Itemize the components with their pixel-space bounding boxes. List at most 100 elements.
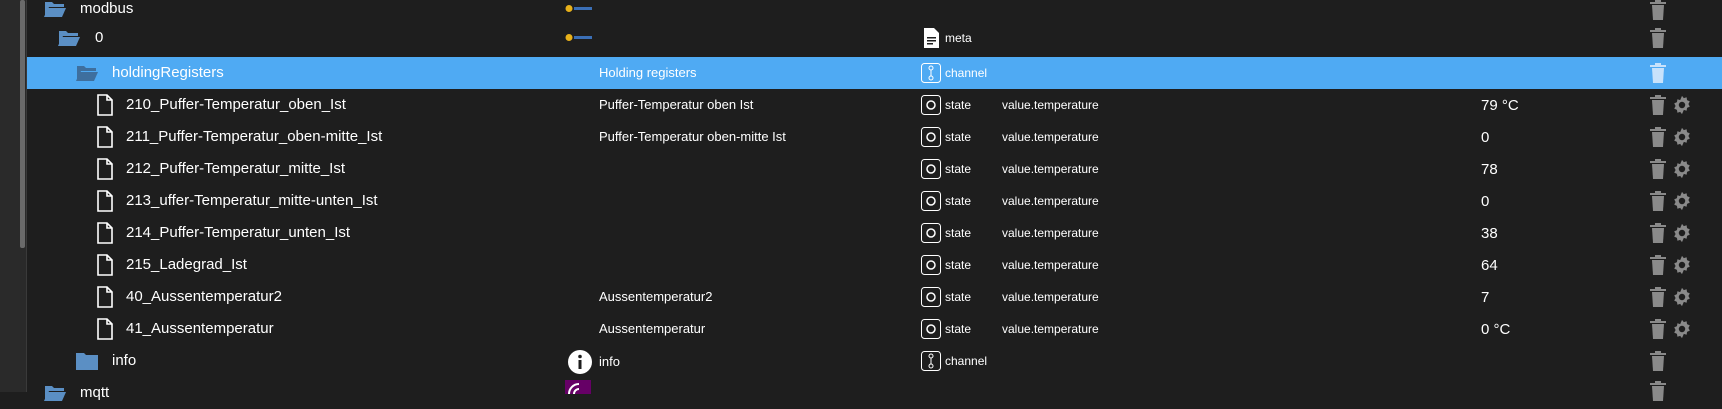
gear-icon[interactable] <box>1671 190 1693 212</box>
row-name: mqtt <box>80 384 110 401</box>
delete-icon[interactable] <box>1649 95 1667 115</box>
document-icon <box>924 28 939 48</box>
file-icon[interactable] <box>93 318 117 340</box>
row-description: Puffer-Temperatur oben Ist <box>599 97 754 112</box>
file-icon[interactable] <box>93 286 117 308</box>
row-role: value.temperature <box>1002 98 1099 112</box>
tree-row-info[interactable]: info info channel <box>27 345 1722 377</box>
file-icon[interactable] <box>93 158 117 180</box>
delete-icon[interactable] <box>1649 63 1667 83</box>
row-name: 214_Puffer-Temperatur_unten_Ist <box>126 224 351 241</box>
tree-row-state[interactable]: 213_uffer-Temperatur_mitte-unten_Ist sta… <box>27 185 1722 217</box>
modbus-logo-icon <box>565 5 592 12</box>
row-type: state <box>945 226 972 240</box>
tree-row-state[interactable]: 212_Puffer-Temperatur_mitte_Ist state va… <box>27 153 1722 185</box>
file-icon[interactable] <box>93 190 117 212</box>
delete-icon[interactable] <box>1649 255 1667 275</box>
row-type: state <box>945 194 972 208</box>
delete-icon[interactable] <box>1649 159 1667 179</box>
tree-row-state[interactable]: 215_Ladegrad_Ist state value.temperature… <box>27 249 1722 281</box>
folder-icon[interactable] <box>75 350 99 372</box>
channel-icon <box>921 351 941 371</box>
row-description: Aussentemperatur2 <box>599 289 713 304</box>
row-role: value.temperature <box>1002 322 1099 336</box>
row-value[interactable]: 79 °C <box>1481 97 1519 114</box>
row-type: state <box>945 98 972 112</box>
row-name: 210_Puffer-Temperatur_oben_Ist <box>126 96 346 113</box>
state-icon <box>921 191 941 211</box>
row-role: value.temperature <box>1002 130 1099 144</box>
folder-open-icon[interactable] <box>75 62 99 84</box>
tree-row-0[interactable]: 0 meta <box>27 22 1722 54</box>
file-icon[interactable] <box>93 222 117 244</box>
row-name: 41_Aussentemperatur <box>126 320 274 337</box>
row-name: modbus <box>80 0 134 17</box>
tree-row-state[interactable]: 211_Puffer-Temperatur_oben-mitte_Ist Puf… <box>27 121 1722 153</box>
file-icon[interactable] <box>93 94 117 116</box>
row-type: state <box>945 290 972 304</box>
channel-icon <box>921 63 941 83</box>
row-type: state <box>945 258 972 272</box>
tree-row-holdingRegisters[interactable]: holdingRegisters Holding registers chann… <box>27 57 1722 89</box>
gear-icon[interactable] <box>1671 94 1693 116</box>
row-type: channel <box>945 66 988 80</box>
delete-icon[interactable] <box>1649 0 1667 20</box>
tree-row-state[interactable]: 214_Puffer-Temperatur_unten_Ist state va… <box>27 217 1722 249</box>
delete-icon[interactable] <box>1649 381 1667 401</box>
row-name: 211_Puffer-Temperatur_oben-mitte_Ist <box>126 128 383 145</box>
row-role: value.temperature <box>1002 290 1099 304</box>
row-name: 215_Ladegrad_Ist <box>126 256 247 273</box>
tree-row-state[interactable]: 210_Puffer-Temperatur_oben_Ist Puffer-Te… <box>27 89 1722 121</box>
gear-icon[interactable] <box>1671 318 1693 340</box>
state-icon <box>921 287 941 307</box>
row-name: 0 <box>95 29 104 46</box>
state-icon <box>921 159 941 179</box>
state-icon <box>921 95 941 115</box>
row-value[interactable]: 64 <box>1481 257 1498 274</box>
row-type: channel <box>945 354 988 368</box>
delete-icon[interactable] <box>1649 287 1667 307</box>
row-value[interactable]: 0 °C <box>1481 321 1510 338</box>
file-icon[interactable] <box>93 126 117 148</box>
gear-icon[interactable] <box>1671 222 1693 244</box>
tree-row-state[interactable]: 40_Aussentemperatur2 Aussentemperatur2 s… <box>27 281 1722 313</box>
row-value[interactable]: 0 <box>1481 129 1489 146</box>
tree-row-mqtt[interactable]: mqtt <box>27 377 1722 409</box>
delete-icon[interactable] <box>1649 223 1667 243</box>
row-value[interactable]: 78 <box>1481 161 1498 178</box>
row-description: Aussentemperatur <box>599 321 706 336</box>
row-description: Holding registers <box>599 65 697 80</box>
row-description: info <box>599 354 620 369</box>
row-role: value.temperature <box>1002 194 1099 208</box>
file-icon[interactable] <box>93 254 117 276</box>
tree-row-state[interactable]: 41_Aussentemperatur Aussentemperatur sta… <box>27 313 1722 345</box>
delete-icon[interactable] <box>1649 28 1667 48</box>
folder-open-icon[interactable] <box>43 0 67 20</box>
folder-open-icon[interactable] <box>57 27 81 49</box>
row-type: state <box>945 162 972 176</box>
row-type: meta <box>945 31 972 45</box>
scrollbar-thumb[interactable] <box>20 0 25 248</box>
modbus-logo-icon <box>565 34 592 41</box>
row-value[interactable]: 7 <box>1481 289 1489 306</box>
gear-icon[interactable] <box>1671 254 1693 276</box>
info-icon <box>568 350 592 374</box>
delete-icon[interactable] <box>1649 319 1667 339</box>
delete-icon[interactable] <box>1649 127 1667 147</box>
row-value[interactable]: 0 <box>1481 193 1489 210</box>
delete-icon[interactable] <box>1649 191 1667 211</box>
state-icon <box>921 127 941 147</box>
row-role: value.temperature <box>1002 226 1099 240</box>
row-value[interactable]: 38 <box>1481 225 1498 242</box>
gear-icon[interactable] <box>1671 286 1693 308</box>
state-icon <box>921 255 941 275</box>
gear-icon[interactable] <box>1671 158 1693 180</box>
row-name: 40_Aussentemperatur2 <box>126 288 282 305</box>
folder-open-icon[interactable] <box>43 382 67 404</box>
left-scrollbar[interactable] <box>0 0 27 392</box>
gear-icon[interactable] <box>1671 126 1693 148</box>
row-role: value.temperature <box>1002 162 1099 176</box>
state-icon <box>921 319 941 339</box>
row-name: holdingRegisters <box>112 64 224 81</box>
delete-icon[interactable] <box>1649 351 1667 371</box>
